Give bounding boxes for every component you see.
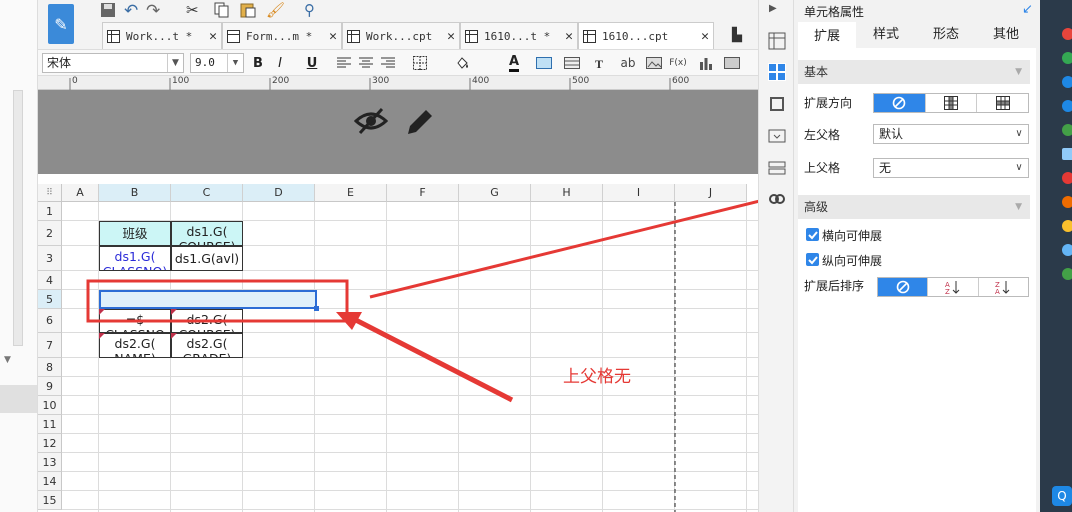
tab-form[interactable]: 形态 <box>916 22 976 48</box>
no-expand-icon[interactable] <box>874 94 926 112</box>
annotation-note: 上父格无 <box>563 367 631 387</box>
app-icon[interactable] <box>1062 100 1072 112</box>
tab-other[interactable]: 其他 <box>976 22 1036 48</box>
top-parent-label: 上父格 <box>804 161 841 175</box>
top-parent-value: 无 <box>879 161 892 175</box>
expand-direction-toggle[interactable] <box>873 93 1029 113</box>
app-icon[interactable] <box>1062 172 1072 184</box>
left-parent-value: 默认 <box>879 127 904 141</box>
app-icon[interactable] <box>1062 28 1072 40</box>
monitor-icon[interactable] <box>1062 148 1072 160</box>
section-basic[interactable]: 基本 ▼ <box>798 60 1030 84</box>
cell-attributes-icon[interactable] <box>768 63 786 81</box>
chevron-down-icon: ∨ <box>1015 162 1023 173</box>
app-icon[interactable] <box>1062 76 1072 88</box>
sort-ascending-icon[interactable]: AZ <box>928 278 979 296</box>
section-advanced[interactable]: 高级 ▼ <box>798 195 1030 219</box>
horizontal-expand-checkbox[interactable] <box>806 228 819 241</box>
dock-icon[interactable]: ↙ <box>1022 2 1033 17</box>
horizontal-expand-icon[interactable] <box>977 94 1028 112</box>
no-sort-icon[interactable] <box>878 278 929 296</box>
chrome-icon[interactable] <box>1062 52 1072 64</box>
svg-text:A: A <box>995 288 1000 294</box>
app-icon[interactable] <box>1062 268 1072 280</box>
vertical-expand-checkbox[interactable] <box>806 253 819 266</box>
tab-style[interactable]: 样式 <box>856 22 916 48</box>
cell-element-icon[interactable] <box>768 32 786 50</box>
sort-after-expand-label: 扩展后排序 <box>804 279 865 293</box>
left-parent-label: 左父格 <box>804 128 841 142</box>
section-basic-label: 基本 <box>804 65 829 79</box>
condition-attributes-icon[interactable] <box>768 159 786 177</box>
svg-text:Z: Z <box>945 288 950 294</box>
collapse-right-icon[interactable]: ▶ <box>769 3 777 14</box>
app-icon[interactable] <box>1062 196 1072 208</box>
top-parent-select[interactable]: 无 ∨ <box>873 158 1029 178</box>
widget-settings-icon[interactable] <box>768 127 786 145</box>
vertical-expand-icon[interactable] <box>926 94 978 112</box>
expand-direction-label: 扩展方向 <box>804 96 853 110</box>
app-icon[interactable] <box>1062 124 1072 136</box>
left-parent-select[interactable]: 默认 ∨ <box>873 124 1029 144</box>
cell-properties-panel: 单元格属性 ↙ 扩展 样式 形态 其他 基本 ▼ 扩展方向 左父格 上父格 高级… <box>794 0 1040 512</box>
qq-icon[interactable]: Q <box>1052 486 1072 506</box>
vertical-expand-label: 纵向可伸展 <box>822 254 883 268</box>
collapse-icon[interactable]: ▼ <box>1015 60 1022 84</box>
sort-descending-icon[interactable]: ZA <box>979 278 1028 296</box>
chevron-down-icon: ∨ <box>1015 128 1023 139</box>
panel-switcher: ▶ <box>758 0 794 512</box>
sort-after-expand-toggle[interactable]: AZ ZA <box>877 277 1029 297</box>
app-icon[interactable] <box>1062 244 1072 256</box>
app-icon[interactable] <box>1062 220 1072 232</box>
tab-expand[interactable]: 扩展 <box>798 22 856 48</box>
hyperlink-icon[interactable] <box>768 190 786 208</box>
section-advanced-label: 高级 <box>804 200 829 214</box>
horizontal-expand-label: 横向可伸展 <box>822 229 883 243</box>
collapse-icon[interactable]: ▼ <box>1015 195 1022 219</box>
cell-style-icon[interactable] <box>768 95 786 113</box>
panel-title: 单元格属性 <box>804 5 865 19</box>
